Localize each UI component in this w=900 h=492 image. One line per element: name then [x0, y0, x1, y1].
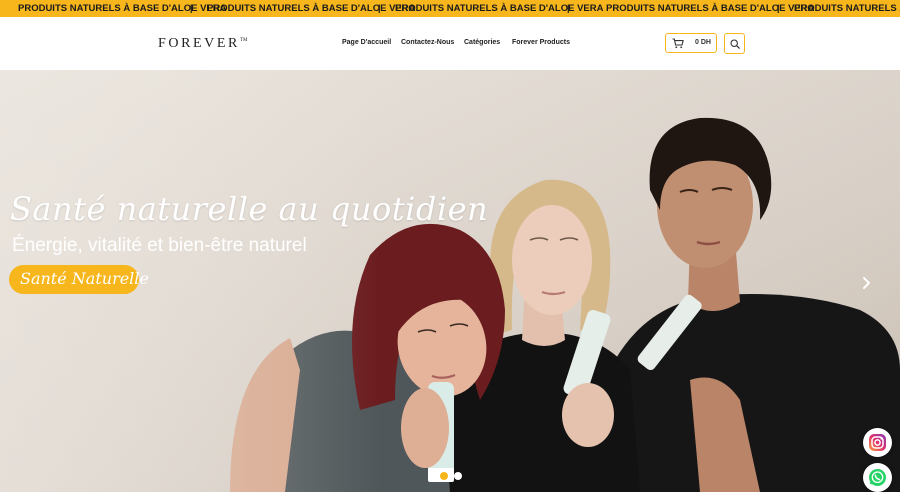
hero-cta-label: Santé Naturelle: [20, 269, 149, 288]
nav-link-products[interactable]: Forever Products: [512, 39, 570, 46]
hero-cta-button[interactable]: Santé Naturelle: [9, 265, 149, 294]
cart-button[interactable]: 0 DH: [665, 33, 717, 53]
cart-icon: [672, 38, 684, 49]
marquee-text: PRODUITS NATURELS À BASE D'ALOE VERA: [794, 3, 900, 14]
marquee-separator: |: [777, 3, 780, 13]
instagram-icon: [869, 434, 886, 451]
cart-total: 0 DH: [695, 39, 711, 46]
logo-trademark: TM: [240, 38, 248, 43]
instagram-button[interactable]: [863, 428, 892, 457]
marquee-separator: |: [378, 3, 381, 13]
nav-link-contact[interactable]: Contactez-Nous: [401, 39, 454, 46]
whatsapp-button[interactable]: [863, 463, 892, 492]
nav-link-home[interactable]: Page D'accueil: [342, 39, 391, 46]
marquee-separator: |: [567, 3, 570, 13]
search-button[interactable]: [724, 33, 745, 54]
marquee-text: PRODUITS NATURELS À BASE D'ALOE VERA: [606, 3, 815, 14]
brand-logo[interactable]: FOREVERTM: [158, 36, 248, 52]
marquee-text: PRODUITS NATURELS À BASE D'ALOE VERA: [207, 3, 416, 14]
marquee-text: PRODUITS NATURELS À BASE D'ALOE VERA: [395, 3, 604, 14]
slider-dot-1[interactable]: [440, 472, 448, 480]
search-icon: [730, 39, 740, 49]
slider-dot-2[interactable]: [454, 472, 462, 480]
nav-link-categories[interactable]: Catégories: [464, 39, 500, 46]
hero-title: Santé naturelle au quotidien: [10, 190, 489, 228]
hero-slider: Santé naturelle au quotidien Énergie, vi…: [0, 70, 900, 492]
announcement-marquee: PRODUITS NATURELS À BASE D'ALOE VERA | P…: [0, 0, 900, 17]
marquee-text: PRODUITS NATURELS À BASE D'ALOE VERA: [18, 3, 227, 14]
logo-text: FOREVER: [158, 36, 240, 51]
marquee-separator: |: [190, 3, 193, 13]
whatsapp-icon: [869, 469, 886, 486]
chevron-right-icon[interactable]: [858, 272, 876, 294]
site-header: FOREVERTM Page D'accueil Contactez-Nous …: [0, 17, 900, 71]
hero-subtitle: Énergie, vitalité et bien-être naturel: [12, 235, 307, 256]
